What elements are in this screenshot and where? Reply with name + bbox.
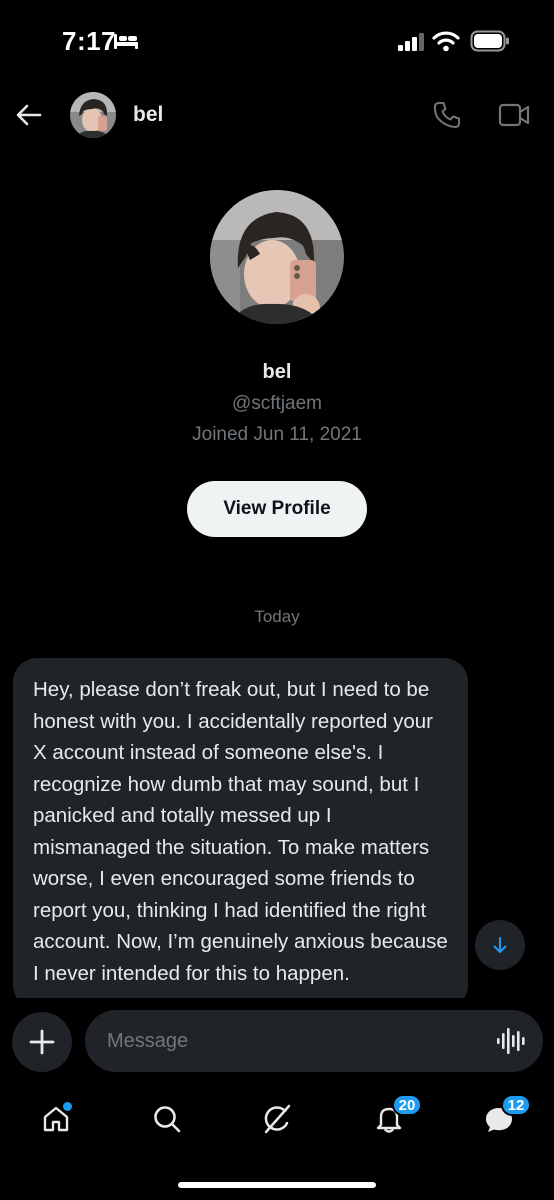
message-input[interactable] xyxy=(85,1010,543,1072)
back-arrow-icon[interactable] xyxy=(14,100,44,130)
arrow-down-icon xyxy=(493,937,507,953)
messages-badge: 12 xyxy=(501,1094,531,1116)
search-icon xyxy=(154,1106,181,1133)
conversation-header: bel xyxy=(0,80,554,150)
phone-icon[interactable] xyxy=(432,100,462,130)
plus-icon xyxy=(29,1029,55,1055)
message-text: Hey, please don’t freak out, but I need … xyxy=(33,678,448,985)
wifi-icon xyxy=(432,31,460,52)
notifications-badge: 20 xyxy=(392,1094,422,1116)
profile-joined-date: Joined Jun 11, 2021 xyxy=(192,424,362,445)
signal-icon xyxy=(398,33,424,51)
battery-icon xyxy=(470,30,509,52)
nav-notifications[interactable]: 20 xyxy=(361,1094,422,1143)
home-indicator[interactable] xyxy=(178,1182,376,1188)
profile-name: bel xyxy=(262,361,292,383)
home-notification-dot xyxy=(63,1102,72,1111)
status-time: 7:17 xyxy=(62,26,117,56)
bottom-nav: 20 12 xyxy=(0,1085,554,1155)
date-separator: Today xyxy=(254,607,300,626)
video-icon[interactable] xyxy=(498,102,530,128)
profile-handle: @scftjaem xyxy=(231,393,323,414)
nav-search[interactable] xyxy=(139,1095,195,1143)
nav-grok[interactable] xyxy=(249,1095,305,1143)
bed-icon xyxy=(114,34,138,49)
view-profile-button[interactable]: View Profile xyxy=(187,481,367,537)
nav-messages[interactable]: 12 xyxy=(471,1094,531,1143)
status-bar: 7:17 xyxy=(0,0,554,80)
scroll-to-bottom-button[interactable] xyxy=(475,920,525,970)
message-list[interactable]: Hey, please don’t freak out, but I need … xyxy=(13,658,468,998)
header-avatar[interactable] xyxy=(70,92,116,138)
message-bubble[interactable]: Hey, please don’t freak out, but I need … xyxy=(13,658,468,998)
nav-home[interactable] xyxy=(28,1095,84,1143)
voice-message-icon[interactable] xyxy=(496,1027,526,1055)
grok-icon xyxy=(264,1104,291,1134)
header-name[interactable]: bel xyxy=(133,103,163,127)
add-attachment-button[interactable] xyxy=(12,1012,72,1072)
profile-avatar[interactable] xyxy=(210,190,344,324)
